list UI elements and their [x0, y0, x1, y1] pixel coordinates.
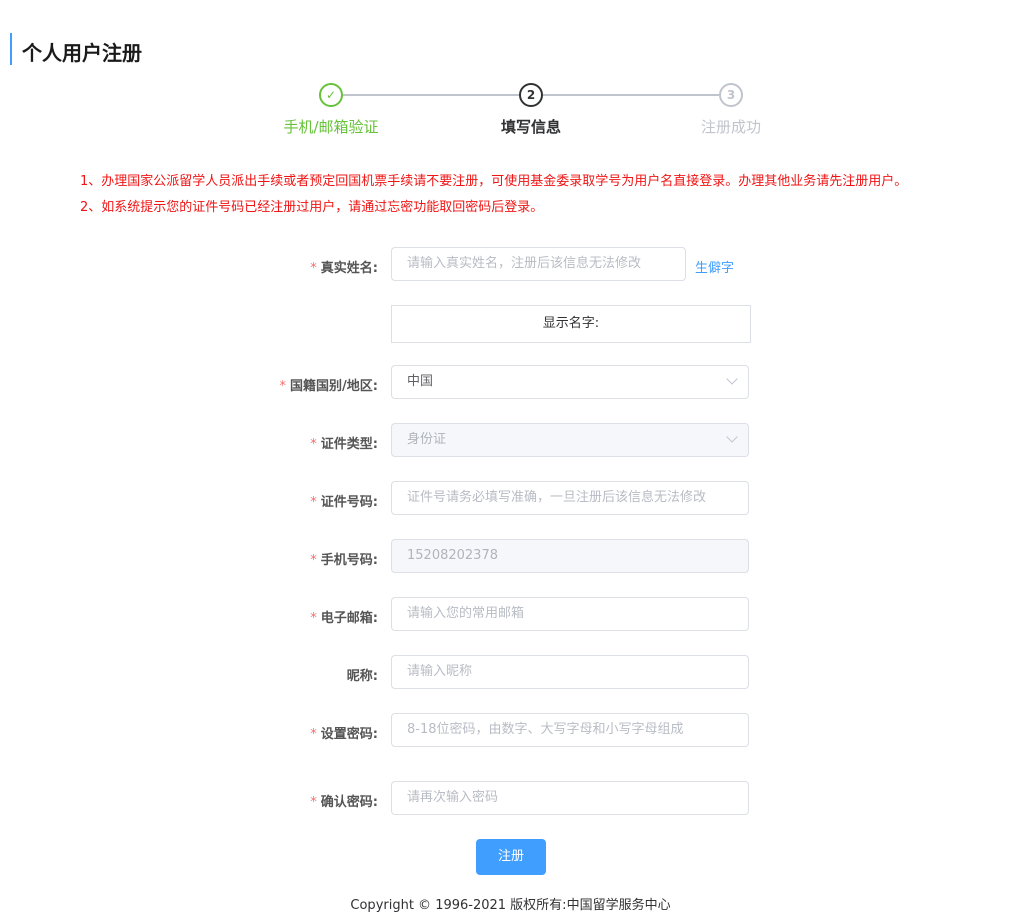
email-label: * 电子邮箱:: [178, 607, 378, 626]
id-number-label-text: 证件号码:: [320, 495, 378, 510]
nationality-label-text: 国籍国别/地区:: [290, 379, 378, 394]
password-input[interactable]: 8-18位密码，由数字、大写字母和小写字母组成: [391, 713, 749, 747]
confirm-password-label-text: 确认密码:: [320, 795, 378, 810]
step-3-number: 3: [719, 83, 743, 107]
step-2-number: 2: [519, 83, 543, 107]
rare-character-link[interactable]: 生僻字: [695, 257, 734, 276]
display-name-box: 显示名字:: [391, 305, 751, 343]
required-mark: *: [310, 727, 317, 742]
required-mark: *: [310, 437, 317, 452]
step-connector: [343, 94, 519, 96]
nationality-select[interactable]: 中国: [391, 365, 749, 399]
phone-label: * 手机号码:: [178, 549, 378, 568]
id-type-select[interactable]: 身份证: [391, 423, 749, 457]
required-mark: *: [310, 495, 317, 510]
phone-label-text: 手机号码:: [320, 553, 378, 568]
required-mark: *: [310, 795, 317, 810]
notice-line-2: 2、如系统提示您的证件号码已经注册过用户，请通过忘密功能取回密码后登录。: [80, 200, 544, 215]
id-number-input[interactable]: 证件号请务必填写准确，一旦注册后该信息无法修改: [391, 481, 749, 515]
step-connector: [543, 94, 719, 96]
register-button[interactable]: 注册: [476, 839, 546, 875]
phone-input[interactable]: 15208202378: [391, 539, 749, 573]
password-label-text: 设置密码:: [320, 727, 378, 742]
id-type-value: 身份证: [407, 432, 447, 447]
required-mark: *: [279, 379, 287, 394]
title-accent-bar: [10, 33, 12, 65]
real-name-label-text: 真实姓名:: [320, 261, 378, 276]
id-type-label-text: 证件类型:: [320, 437, 378, 452]
chevron-down-icon: [726, 373, 738, 385]
nationality-value: 中国: [407, 374, 434, 389]
footer-copyright: Copyright © 1996-2021 版权所有:中国留学服务中心: [350, 898, 671, 913]
required-mark: *: [310, 261, 317, 276]
required-mark: *: [310, 553, 317, 568]
email-input[interactable]: 请输入您的常用邮箱: [391, 597, 749, 631]
chevron-down-icon: [726, 431, 738, 443]
notice-line-1: 1、办理国家公派留学人员派出手续或者预定回国机票手续请不要注册，可使用基金委录取…: [80, 174, 908, 189]
step-1-check-icon: ✓: [319, 83, 343, 107]
id-number-label: * 证件号码:: [178, 491, 378, 510]
step-2-label: 填写信息: [500, 118, 562, 136]
confirm-password-input[interactable]: 请再次输入密码: [391, 781, 749, 815]
email-label-text: 电子邮箱:: [320, 611, 378, 626]
password-label: * 设置密码:: [178, 723, 378, 742]
step-1-label: 手机/邮箱验证: [283, 118, 379, 136]
id-type-label: * 证件类型:: [178, 433, 378, 452]
confirm-password-label: * 确认密码:: [178, 791, 378, 810]
page-title: 个人用户注册: [22, 41, 142, 65]
nickname-input[interactable]: 请输入昵称: [391, 655, 749, 689]
nationality-label: * 国籍国别/地区:: [178, 375, 378, 394]
real-name-label: * 真实姓名:: [178, 257, 378, 276]
real-name-input[interactable]: 请输入真实姓名，注册后该信息无法修改: [391, 247, 686, 281]
step-3-label: 注册成功: [700, 118, 762, 136]
nickname-label: 昵称:: [346, 669, 378, 684]
required-mark: *: [310, 611, 317, 626]
